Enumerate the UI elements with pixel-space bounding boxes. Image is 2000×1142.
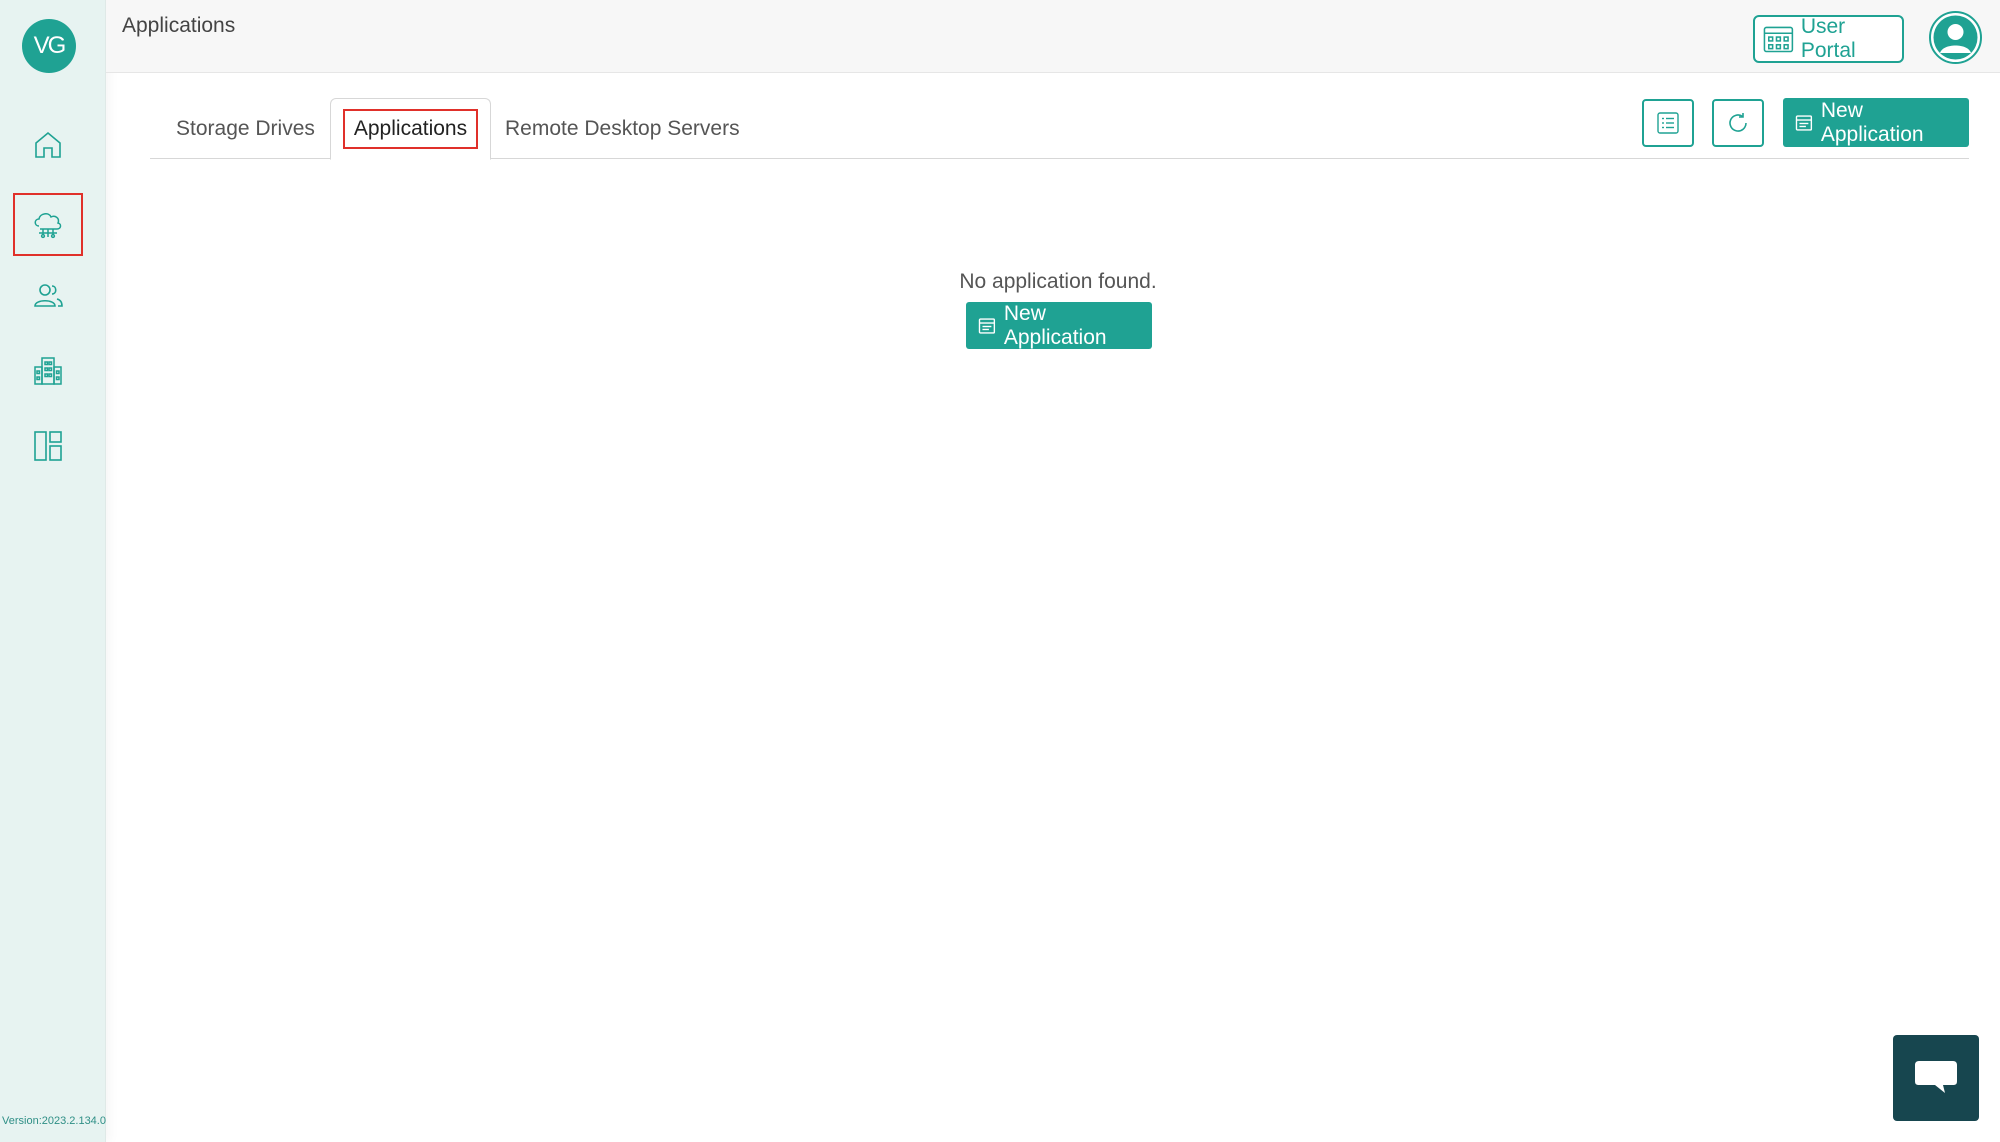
- tab-remote-desktop-servers[interactable]: Remote Desktop Servers: [505, 98, 740, 159]
- app-logo[interactable]: VG: [22, 19, 76, 73]
- home-icon: [35, 131, 61, 158]
- top-header: Applications User Portal: [106, 0, 2000, 73]
- user-portal-label: User Portal: [1800, 15, 1856, 62]
- tab-label: Applications: [342, 109, 479, 149]
- grid-calendar-icon: [1763, 26, 1794, 53]
- chat-bubble-icon: [1915, 1061, 1957, 1093]
- sidebar-item-dashboard[interactable]: [16, 418, 80, 474]
- tab-label: Remote Desktop Servers: [505, 116, 740, 140]
- chat-widget-button[interactable]: [1893, 1035, 1979, 1121]
- page-title: Applications: [122, 14, 236, 37]
- logo-text: VG: [33, 32, 67, 59]
- sidebar-item-cloud-network[interactable]: [13, 193, 83, 256]
- empty-state-button-label: New Application: [1003, 301, 1107, 349]
- version-label: Version:2023.2.134.0: [2, 1115, 106, 1127]
- layout-icon: [34, 431, 62, 461]
- sidebar: VG Version:2023.2.134.0: [0, 0, 106, 1142]
- user-avatar[interactable]: [1929, 11, 1982, 64]
- user-avatar-icon: [1933, 15, 1978, 60]
- new-application-label: New Application: [1820, 98, 1924, 146]
- tab-label: Storage Drives: [176, 116, 315, 140]
- building-icon: [34, 357, 62, 385]
- list-view-button[interactable]: [1642, 99, 1694, 147]
- tab-applications[interactable]: Applications: [330, 98, 491, 160]
- user-portal-button[interactable]: User Portal: [1753, 15, 1904, 63]
- new-application-button[interactable]: New Application: [1783, 98, 1969, 147]
- refresh-button[interactable]: [1712, 99, 1764, 147]
- tab-storage-drives[interactable]: Storage Drives: [176, 98, 315, 159]
- empty-state-new-application-button[interactable]: New Application: [966, 302, 1152, 349]
- sidebar-item-organization[interactable]: [16, 343, 80, 399]
- form-icon: [1795, 114, 1813, 131]
- form-icon: [978, 317, 996, 334]
- cloud-network-icon: [34, 212, 62, 238]
- tab-bar: Storage Drives Applications Remote Deskt…: [150, 98, 1969, 160]
- empty-state-message: No application found.: [959, 270, 1157, 293]
- list-view-icon: [1657, 112, 1679, 134]
- sidebar-item-home[interactable]: [16, 117, 80, 173]
- refresh-icon: [1729, 113, 1747, 132]
